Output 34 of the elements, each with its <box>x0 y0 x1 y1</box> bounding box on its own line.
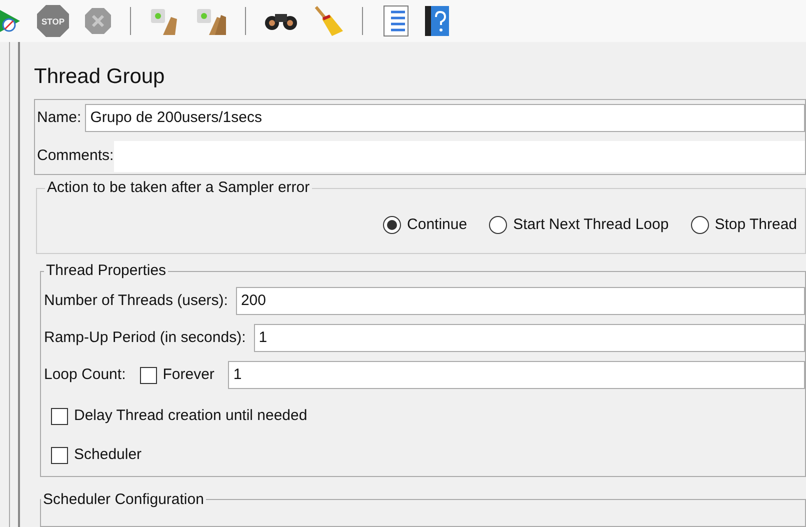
ramp-up-field[interactable]: 1 <box>254 324 805 352</box>
group-legend: Scheduler Configuration <box>41 488 206 512</box>
play-icon[interactable] <box>0 8 22 34</box>
field-label: Loop Count: <box>44 365 126 386</box>
field-label: Number of Threads (users): <box>44 291 228 312</box>
checkbox[interactable] <box>51 408 68 426</box>
radio-label: Start Next Thread Loop <box>513 214 669 234</box>
group-legend: Action to be taken after a Sampler error <box>45 177 312 200</box>
loop-count-field[interactable]: 1 <box>228 361 805 390</box>
panel-title: Thread Group <box>34 64 166 90</box>
checkbox[interactable] <box>140 366 157 384</box>
radio-label: Stop Thread <box>714 214 797 234</box>
help-icon[interactable] <box>425 6 449 36</box>
group-legend: Thread Properties <box>44 260 168 282</box>
checkbox-label: Delay Thread creation until needed <box>74 406 308 426</box>
radio-button[interactable] <box>489 216 508 234</box>
checkbox-label: Scheduler <box>74 444 142 465</box>
list-icon[interactable] <box>381 5 411 37</box>
radio-option[interactable]: Start Next Thread Loop <box>489 214 669 236</box>
radio-option[interactable]: Continue <box>383 214 468 236</box>
field-label: Comments: <box>37 146 114 166</box>
field-label: Ramp-Up Period (in seconds): <box>44 328 246 348</box>
radio-label: Continue <box>407 214 468 234</box>
checkbox-label: Forever <box>162 365 214 386</box>
close-icon[interactable] <box>84 7 112 35</box>
radio-button[interactable] <box>383 216 402 234</box>
name-field[interactable]: Grupo de 200users/1secs <box>85 104 805 132</box>
field-label: Name: <box>37 108 82 128</box>
radio-option[interactable]: Stop Thread <box>690 214 797 236</box>
checkbox[interactable] <box>51 446 68 464</box>
comments-field[interactable] <box>114 141 805 172</box>
stop-icon[interactable]: STOP <box>36 4 70 38</box>
radio-button[interactable] <box>690 216 709 234</box>
threads-field[interactable]: 200 <box>236 287 805 316</box>
